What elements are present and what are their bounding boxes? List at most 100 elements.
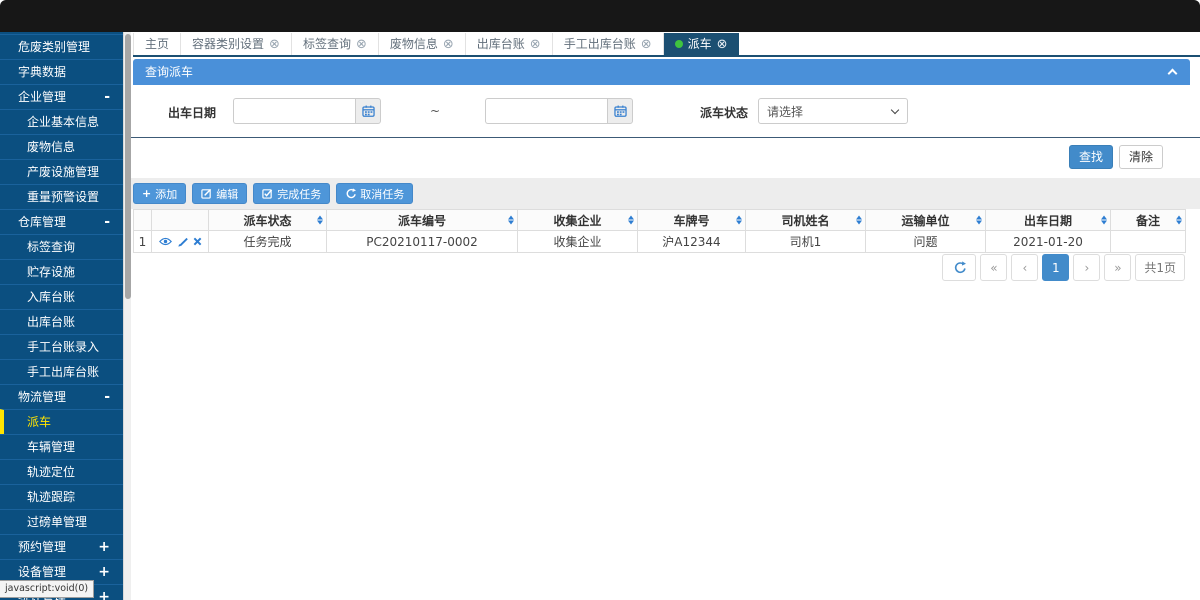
page-1-button[interactable]: 1 [1042, 254, 1069, 281]
sidebar-item-waste-info[interactable]: 废物信息 [0, 134, 123, 159]
edit-icon [201, 188, 212, 199]
tab-dispatch[interactable]: 派车⊗ [664, 33, 739, 55]
cell-remark [1111, 231, 1186, 253]
header-plate-number[interactable]: 车牌号 [638, 210, 746, 231]
sort-icon[interactable] [317, 216, 323, 225]
cancel-task-button[interactable]: 取消任务 [336, 183, 413, 204]
sidebar-item-dictionary-data[interactable]: 字典数据 [0, 59, 123, 84]
header-dispatch-status[interactable]: 派车状态 [209, 210, 327, 231]
collapse-minus-icon[interactable]: - [104, 210, 110, 234]
cell-collect-company: 收集企业 [518, 231, 638, 253]
calendar-icon [614, 105, 627, 117]
tab-close-icon[interactable]: ⊗ [530, 38, 541, 51]
next-page-button[interactable]: › [1073, 254, 1100, 281]
refresh-icon [953, 261, 966, 274]
sidebar-item-enterprise-management[interactable]: 企业管理- [0, 84, 123, 109]
prev-page-button[interactable]: ‹ [1011, 254, 1038, 281]
cell-depart-date: 2021-01-20 [986, 231, 1111, 253]
table-row[interactable]: 1 任务完成 PC20210117-0002 收集企业 沪A12344 司机1 … [134, 231, 1186, 253]
sidebar-item-manual-outbound-ledger[interactable]: 手工出库台账 [0, 359, 123, 384]
sidebar-item-inbound-ledger[interactable]: 入库台账 [0, 284, 123, 309]
sidebar-item-hazardous-waste-category[interactable]: 危废类别管理 [0, 34, 123, 59]
last-page-button[interactable]: » [1104, 254, 1131, 281]
filter-form: 出车日期 ~ 派车状态 请选择 [133, 85, 1190, 137]
calendar-button[interactable] [355, 98, 381, 124]
tab-home[interactable]: 主页 [133, 33, 181, 55]
delete-x-icon[interactable] [193, 237, 202, 246]
sidebar-item-weighbridge-management[interactable]: 过磅单管理 [0, 509, 123, 534]
sidebar-item-storage-facility[interactable]: 贮存设施 [0, 259, 123, 284]
tab-close-icon[interactable]: ⊗ [443, 38, 454, 51]
sort-icon[interactable] [976, 216, 982, 225]
collapse-minus-icon[interactable]: - [104, 385, 110, 409]
sidebar-item-outbound-ledger[interactable]: 出库台账 [0, 309, 123, 334]
depart-date-start-input[interactable] [233, 98, 355, 124]
edit-button[interactable]: 编辑 [192, 183, 247, 204]
sidebar-item-dispatch[interactable]: 派车 [0, 409, 123, 434]
sidebar-item-reservation-management[interactable]: 预约管理+ [0, 534, 123, 559]
sidebar-scrollbar[interactable] [123, 32, 131, 600]
clear-button[interactable]: 清除 [1119, 145, 1163, 169]
dispatch-table: 派车状态 派车编号 收集企业 车牌号 司机姓名 运输单位 出车日期 备注 1 任… [133, 209, 1186, 253]
depart-date-end-input[interactable] [485, 98, 607, 124]
expand-plus-icon[interactable]: + [98, 585, 110, 600]
first-page-button[interactable]: « [980, 254, 1007, 281]
row-actions-cell [152, 231, 209, 253]
tab-label-query[interactable]: 标签查询⊗ [292, 33, 379, 55]
tab-close-icon[interactable]: ⊗ [641, 38, 652, 51]
calendar-button[interactable] [607, 98, 633, 124]
sidebar-item-waste-facility-management[interactable]: 产废设施管理 [0, 159, 123, 184]
sort-icon[interactable] [1101, 216, 1107, 225]
add-button[interactable]: +添加 [133, 183, 186, 204]
sidebar-item-label-query[interactable]: 标签查询 [0, 234, 123, 259]
table-toolbar: +添加 编辑 完成任务 取消任务 [133, 183, 413, 204]
tab-manual-outbound-ledger[interactable]: 手工出库台账⊗ [553, 33, 664, 55]
tab-waste-info[interactable]: 废物信息⊗ [379, 33, 466, 55]
sidebar-item-manual-ledger-entry[interactable]: 手工台账录入 [0, 334, 123, 359]
expand-plus-icon[interactable]: + [98, 535, 110, 559]
refresh-button[interactable] [942, 254, 976, 281]
main-content: 主页 容器类别设置⊗ 标签查询⊗ 废物信息⊗ 出库台账⊗ 手工出库台账⊗ 派车⊗… [131, 32, 1200, 600]
sidebar-item-enterprise-basic-info[interactable]: 企业基本信息 [0, 109, 123, 134]
header-row-number [134, 210, 152, 231]
header-depart-date[interactable]: 出车日期 [986, 210, 1111, 231]
header-transport-unit[interactable]: 运输单位 [866, 210, 986, 231]
sort-icon[interactable] [1176, 216, 1182, 225]
depart-date-end-group [485, 98, 633, 124]
filter-actions: 查找 清除 [1069, 145, 1163, 169]
tab-container-category-settings[interactable]: 容器类别设置⊗ [181, 33, 292, 55]
cell-transport-unit: 问题 [866, 231, 986, 253]
sort-icon[interactable] [628, 216, 634, 225]
filter-panel-header: 查询派车 [133, 59, 1190, 85]
header-driver-name[interactable]: 司机姓名 [746, 210, 866, 231]
dispatch-status-select[interactable]: 请选择 [758, 98, 908, 124]
search-button[interactable]: 查找 [1069, 145, 1113, 169]
header-actions [152, 210, 209, 231]
expand-plus-icon[interactable]: + [98, 560, 110, 584]
header-remark[interactable]: 备注 [1111, 210, 1186, 231]
sidebar-item-track-tracking[interactable]: 轨迹跟踪 [0, 484, 123, 509]
sidebar-item-track-positioning[interactable]: 轨迹定位 [0, 459, 123, 484]
active-tab-dot-icon [675, 40, 683, 48]
select-value: 请选择 [767, 103, 803, 120]
sort-icon[interactable] [856, 216, 862, 225]
sidebar-item-vehicle-management[interactable]: 车辆管理 [0, 434, 123, 459]
tab-outbound-ledger[interactable]: 出库台账⊗ [466, 33, 553, 55]
tab-close-icon[interactable]: ⊗ [717, 38, 728, 51]
edit-pencil-icon[interactable] [177, 236, 188, 247]
tab-close-icon[interactable]: ⊗ [269, 38, 280, 51]
view-eye-icon[interactable] [159, 237, 172, 246]
complete-task-button[interactable]: 完成任务 [253, 183, 330, 204]
sort-icon[interactable] [508, 216, 514, 225]
collapse-minus-icon[interactable]: - [104, 85, 110, 109]
sort-icon[interactable] [736, 216, 742, 225]
tab-close-icon[interactable]: ⊗ [356, 38, 367, 51]
sidebar-item-warehouse-management[interactable]: 仓库管理- [0, 209, 123, 234]
sidebar-item-weight-warning-settings[interactable]: 重量预警设置 [0, 184, 123, 209]
sidebar-item-logistics-management[interactable]: 物流管理- [0, 384, 123, 409]
row-number-cell: 1 [134, 231, 152, 253]
header-collect-company[interactable]: 收集企业 [518, 210, 638, 231]
header-dispatch-number[interactable]: 派车编号 [327, 210, 518, 231]
date-range-separator: ~ [430, 104, 440, 118]
collapse-chevron-icon[interactable] [1168, 69, 1178, 79]
